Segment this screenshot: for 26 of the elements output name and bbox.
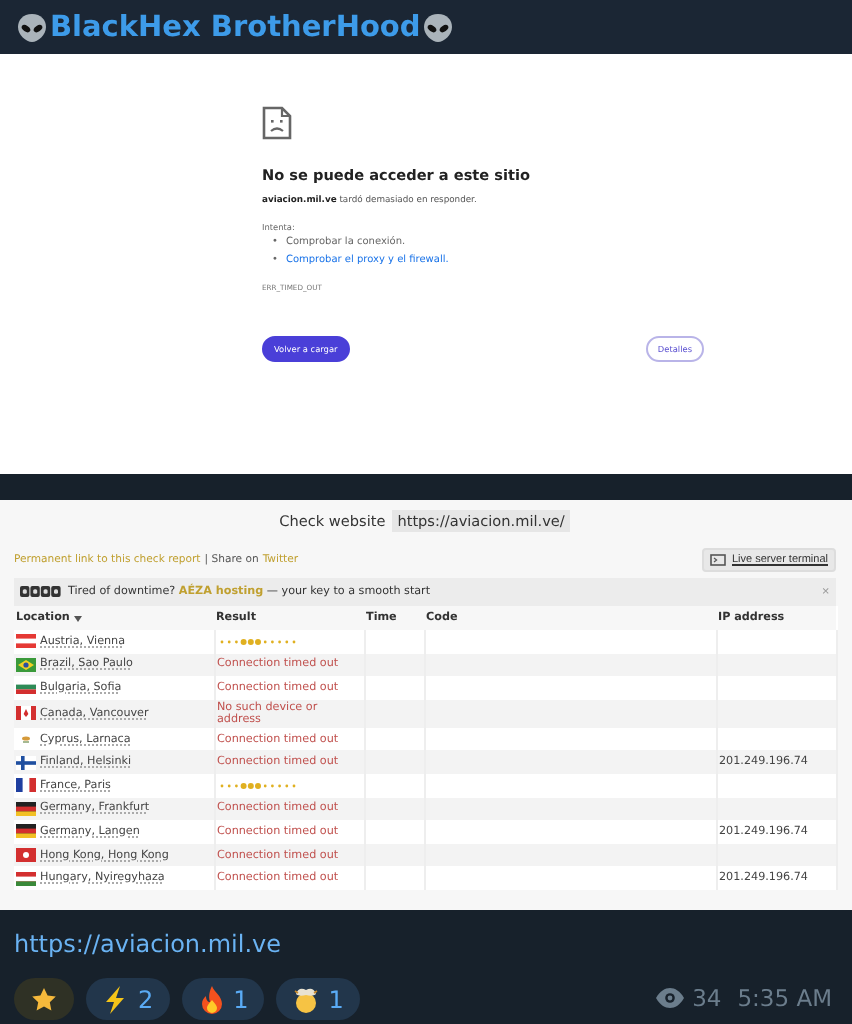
- message-link[interactable]: https://aviacion.mil.ve: [14, 930, 282, 958]
- flag-icon: [16, 801, 36, 816]
- flag-icon: [16, 732, 36, 747]
- eye-icon: [656, 988, 685, 1008]
- reaction-button[interactable]: 2: [86, 978, 170, 1020]
- terminal-icon: [710, 553, 726, 565]
- alien-icon: [16, 11, 48, 43]
- star-icon: [30, 985, 58, 1013]
- flag-icon: [16, 824, 36, 839]
- sad-page-icon: [262, 106, 292, 140]
- reaction-button[interactable]: [14, 978, 74, 1020]
- message-time: 5:35 AM: [737, 984, 832, 1012]
- flag-icon: [16, 778, 36, 793]
- view-count: 34: [692, 984, 722, 1012]
- lightning-icon: [102, 985, 130, 1013]
- alien-icon: [422, 11, 455, 43]
- loading-dots-icon: [217, 779, 297, 792]
- reaction-button[interactable]: 1: [276, 978, 360, 1020]
- fire-icon: [197, 985, 226, 1013]
- reaction-button[interactable]: 1: [181, 978, 265, 1020]
- logo-icon: [20, 586, 62, 598]
- flag-icon: [16, 657, 36, 672]
- head-icon: [292, 985, 321, 1013]
- sort-icon: [73, 615, 82, 621]
- loading-dots-icon: [217, 635, 297, 648]
- flag-icon: [16, 680, 36, 695]
